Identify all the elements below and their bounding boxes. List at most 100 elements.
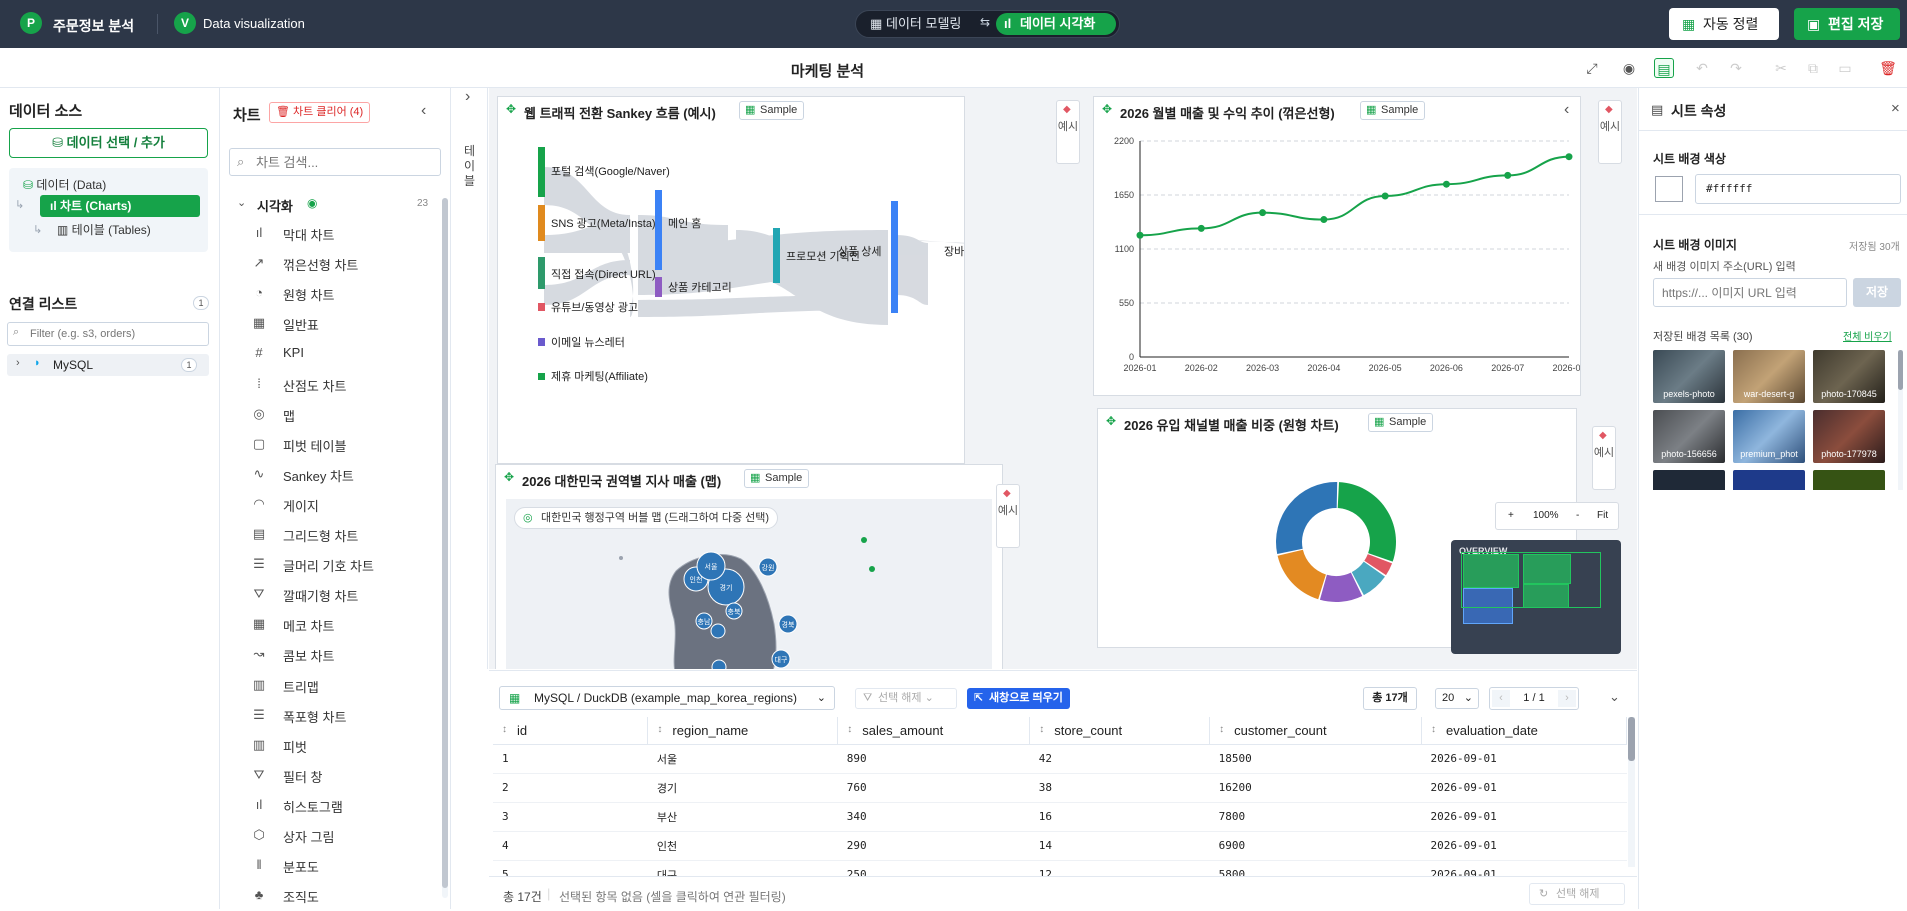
- chart-type-item[interactable]: ▤ 그리드형 차트: [221, 526, 436, 550]
- chart-type-item[interactable]: ▦ 일반표: [221, 315, 436, 339]
- sort-icon[interactable]: ↕: [847, 724, 852, 735]
- sort-icon[interactable]: ↕: [1431, 724, 1436, 735]
- undo-icon[interactable]: ↶: [1692, 58, 1712, 78]
- table-cell[interactable]: 340: [837, 802, 1030, 832]
- bg-thumbnail[interactable]: [1813, 470, 1885, 490]
- tree-item-data[interactable]: ⛁ 데이터 (Data): [23, 176, 106, 193]
- bg-thumbnail[interactable]: photo-170845: [1813, 350, 1885, 403]
- map-bubble[interactable]: [710, 623, 726, 639]
- chart-type-item[interactable]: ⛛ 필터 창: [221, 767, 436, 791]
- example-tag[interactable]: ◆ 예시: [1056, 100, 1080, 164]
- chart-type-item[interactable]: ⁞ 산점도 차트: [221, 376, 436, 400]
- table-cell[interactable]: 경기: [647, 773, 838, 803]
- chevron-down-icon[interactable]: ⌄: [237, 196, 246, 209]
- table-cell[interactable]: 2026-09-01: [1421, 831, 1627, 861]
- table-cell[interactable]: 2: [493, 773, 648, 803]
- zoom-in-button[interactable]: +: [1508, 510, 1514, 521]
- table-panel-collapsed[interactable]: › 테이블: [452, 88, 488, 669]
- bg-color-input[interactable]: #ffffff: [1695, 174, 1901, 204]
- bg-thumbnail[interactable]: pexels-photo: [1653, 350, 1725, 403]
- chart-type-item[interactable]: ◔ 원형 차트: [221, 285, 436, 309]
- save-edit-button[interactable]: ▣ 편집 저장: [1794, 8, 1900, 40]
- open-new-window-button[interactable]: ⇱ 새창으로 띄우기: [967, 688, 1070, 709]
- sankey-chart-card[interactable]: ✥ 웹 트래픽 전환 Sankey 흐름 (예시) ▦ Sample 포털 검색…: [497, 96, 965, 464]
- chart-group-label[interactable]: 시각화: [257, 196, 293, 215]
- chevron-down-icon[interactable]: ⌄: [1609, 689, 1620, 705]
- drag-handle-icon[interactable]: ✥: [506, 102, 516, 116]
- bg-thumbnail[interactable]: [1733, 470, 1805, 490]
- chart-type-item[interactable]: ıl 막대 차트: [221, 225, 436, 249]
- table-cell[interactable]: 1: [493, 744, 648, 774]
- table-cell[interactable]: 42: [1029, 744, 1210, 774]
- map-bubble[interactable]: [711, 659, 727, 669]
- example-tag[interactable]: ◆ 예시: [1592, 426, 1616, 490]
- tree-item-charts[interactable]: ıl 차트 (Charts): [40, 195, 200, 217]
- layout-icon[interactable]: ▤: [1654, 58, 1674, 78]
- chevron-right-icon[interactable]: ›: [16, 357, 20, 369]
- donut-slice[interactable]: [1276, 482, 1338, 554]
- chart-type-item[interactable]: ▥ 트리맵: [221, 677, 436, 701]
- chevron-right-icon[interactable]: ›: [465, 88, 470, 106]
- color-swatch[interactable]: [1655, 176, 1683, 202]
- sort-icon[interactable]: ↕: [502, 724, 507, 735]
- bg-thumbnail[interactable]: photo-156656: [1653, 410, 1725, 463]
- tab-data-modeling[interactable]: ▦ 데이터 모델링: [862, 13, 980, 35]
- bg-thumbnail[interactable]: war-desert-g: [1733, 350, 1805, 403]
- minimap-viewport[interactable]: [1461, 552, 1601, 608]
- page-size-select[interactable]: 20 ⌄: [1435, 688, 1479, 709]
- scrollbar[interactable]: [1628, 717, 1635, 867]
- project-name[interactable]: 주문정보 분석: [53, 16, 134, 36]
- connection-filter-input[interactable]: [7, 322, 209, 346]
- table-cell[interactable]: 16200: [1209, 773, 1422, 803]
- sort-icon[interactable]: ↕: [1039, 724, 1044, 735]
- donut-slice[interactable]: [1337, 482, 1396, 562]
- select-add-data-button[interactable]: ⛁ 데이터 선택 / 추가: [9, 128, 208, 158]
- clear-all-link[interactable]: 전체 비우기: [1843, 328, 1892, 343]
- chart-type-item[interactable]: ♣ 조직도: [221, 887, 436, 911]
- table-cell[interactable]: 18500: [1209, 744, 1422, 774]
- chart-search-input[interactable]: [229, 148, 441, 176]
- drag-handle-icon[interactable]: ✥: [1106, 414, 1116, 428]
- column-header[interactable]: ↕ region_name: [647, 717, 839, 745]
- drag-handle-icon[interactable]: ✥: [1102, 102, 1112, 116]
- chart-type-item[interactable]: ⛛ 깔때기형 차트: [221, 586, 436, 610]
- chart-type-item[interactable]: ◎ 맵: [221, 406, 436, 430]
- chart-type-item[interactable]: ◠ 게이지: [221, 496, 436, 520]
- sheet-title[interactable]: 마케팅 분석: [0, 60, 1655, 81]
- column-header[interactable]: ↕ store_count: [1029, 717, 1211, 745]
- chevron-left-icon[interactable]: ‹: [421, 102, 426, 120]
- chart-type-item[interactable]: ∿ Sankey 차트: [221, 466, 436, 490]
- sort-icon[interactable]: ↕: [657, 724, 662, 735]
- donut-slice[interactable]: [1277, 549, 1326, 600]
- cut-icon[interactable]: ✂: [1771, 58, 1791, 78]
- chart-type-item[interactable]: ▢ 피벗 테이블: [221, 436, 436, 460]
- chart-type-item[interactable]: ▥ 피벗: [221, 737, 436, 761]
- chart-type-item[interactable]: ☰ 글머리 기호 차트: [221, 556, 436, 580]
- table-cell[interactable]: 인천: [647, 831, 838, 861]
- table-row[interactable]: 3 부산 340 16 7800 2026-09-01: [493, 802, 1627, 832]
- delete-icon[interactable]: 🗑: [1878, 58, 1898, 78]
- column-header[interactable]: ↕ id: [493, 717, 649, 745]
- table-cell[interactable]: 2026-09-01: [1421, 744, 1627, 774]
- table-cell[interactable]: 6900: [1209, 831, 1422, 861]
- prev-page-button[interactable]: ‹: [1492, 690, 1510, 707]
- table-cell[interactable]: 서울: [647, 744, 838, 774]
- redo-icon[interactable]: ↷: [1726, 58, 1746, 78]
- table-cell[interactable]: 890: [837, 744, 1030, 774]
- column-header[interactable]: ↕ sales_amount: [837, 717, 1031, 745]
- map-chart-card[interactable]: ✥ 2026 대한민국 권역별 지사 매출 (맵) ▦ Sample ◎ 대한민국 …: [495, 464, 1003, 669]
- footer-deselect-button[interactable]: ↻ 선택 해제: [1529, 883, 1625, 905]
- bg-thumbnail[interactable]: premium_phot: [1733, 410, 1805, 463]
- line-chart-card[interactable]: ✥ 2026 월별 매출 및 수익 추이 (꺾은선형) ▦ Sample ‹ 0 5…: [1093, 96, 1581, 396]
- expand-icon[interactable]: ⤢: [1582, 58, 1602, 78]
- scrollbar[interactable]: [442, 198, 448, 898]
- table-cell[interactable]: 부산: [647, 802, 838, 832]
- tab-data-visualization[interactable]: ıl 데이터 시각화: [996, 13, 1116, 35]
- table-cell[interactable]: 7800: [1209, 802, 1422, 832]
- drag-handle-icon[interactable]: ✥: [504, 470, 514, 484]
- chart-type-item[interactable]: # KPI: [221, 345, 436, 369]
- auto-arrange-button[interactable]: ▦ 자동 정렬: [1669, 8, 1779, 40]
- sort-icon[interactable]: ↕: [1219, 724, 1224, 735]
- chart-type-item[interactable]: ↗ 꺾은선형 차트: [221, 255, 436, 279]
- deselect-filter-button[interactable]: ⛛ 선택 해제 ⌄: [855, 688, 957, 709]
